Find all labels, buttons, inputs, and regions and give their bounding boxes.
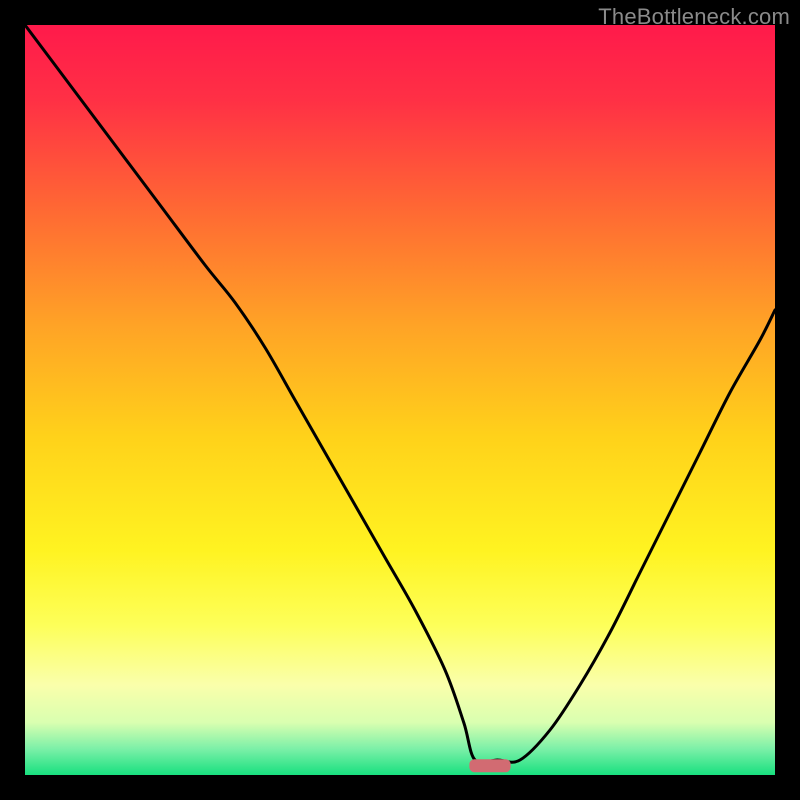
gradient-background (25, 25, 775, 775)
plot-area (25, 25, 775, 775)
optimal-marker (469, 759, 510, 772)
chart-frame: TheBottleneck.com (0, 0, 800, 800)
chart-svg (25, 25, 775, 775)
